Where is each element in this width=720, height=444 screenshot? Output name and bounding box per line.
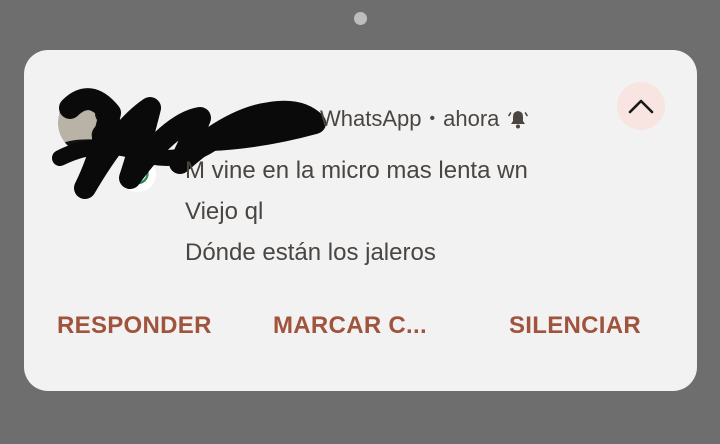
mark-as-read-button[interactable]: MARCAR C... bbox=[273, 312, 427, 340]
mute-button[interactable]: SILENCIAR bbox=[509, 312, 641, 340]
camera-dot bbox=[354, 12, 367, 25]
notification-header: WhatsApp • ahora bbox=[320, 102, 529, 136]
message-list: M vine en la micro mas lenta wn Viejo ql… bbox=[185, 150, 528, 273]
header-separator: • bbox=[429, 110, 436, 127]
message-line: M vine en la micro mas lenta wn bbox=[185, 157, 528, 184]
message-line: Viejo ql bbox=[185, 198, 264, 225]
notification-time: ahora bbox=[443, 106, 500, 131]
app-name: WhatsApp bbox=[320, 106, 422, 131]
notification-actions: RESPONDER MARCAR C... SILENCIAR bbox=[24, 312, 697, 356]
notification-card[interactable]: WhatsApp • ahora M vine en la micro mas … bbox=[24, 50, 697, 391]
collapse-button[interactable] bbox=[617, 82, 665, 130]
chevron-up-icon bbox=[628, 99, 654, 114]
reply-button[interactable]: RESPONDER bbox=[57, 312, 212, 340]
message-line: Dónde están los jaleros bbox=[185, 239, 436, 266]
bell-icon bbox=[507, 108, 529, 130]
